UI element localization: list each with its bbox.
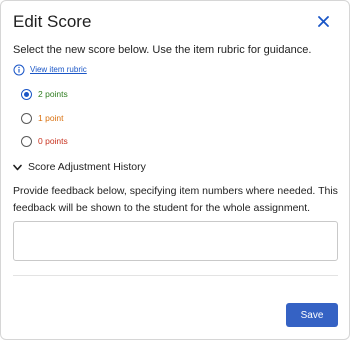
radio-button[interactable] xyxy=(21,136,32,147)
score-adjustment-history-toggle[interactable]: Score Adjustment History xyxy=(13,160,146,174)
score-option-0-points[interactable]: 0 points xyxy=(21,136,68,147)
close-button[interactable] xyxy=(315,13,331,29)
score-option-1-point[interactable]: 1 point xyxy=(21,113,64,124)
radio-selected-dot xyxy=(24,92,29,97)
feedback-instruction: Provide feedback below, specifying item … xyxy=(13,185,338,214)
footer-divider xyxy=(13,275,338,276)
dialog-title: Edit Score xyxy=(13,12,92,31)
save-button[interactable]: Save xyxy=(286,303,338,327)
score-option-label: 0 points xyxy=(38,136,68,146)
edit-score-dialog: Edit Score Select the new score below. U… xyxy=(0,0,350,340)
view-rubric-link[interactable]: View item rubric xyxy=(30,65,87,75)
score-option-label: 1 point xyxy=(38,113,64,123)
score-instruction: Select the new score below. Use the item… xyxy=(13,44,312,56)
history-label: Score Adjustment History xyxy=(28,161,146,173)
info-icon xyxy=(13,64,25,76)
radio-button[interactable] xyxy=(21,113,32,124)
chevron-down-icon xyxy=(13,164,22,170)
close-icon xyxy=(317,15,329,27)
rubric-link-row: View item rubric xyxy=(13,64,87,76)
score-option-label: 2 points xyxy=(38,89,68,99)
feedback-input[interactable] xyxy=(13,221,338,261)
score-option-2-points[interactable]: 2 points xyxy=(21,89,68,100)
radio-button[interactable] xyxy=(21,89,32,100)
